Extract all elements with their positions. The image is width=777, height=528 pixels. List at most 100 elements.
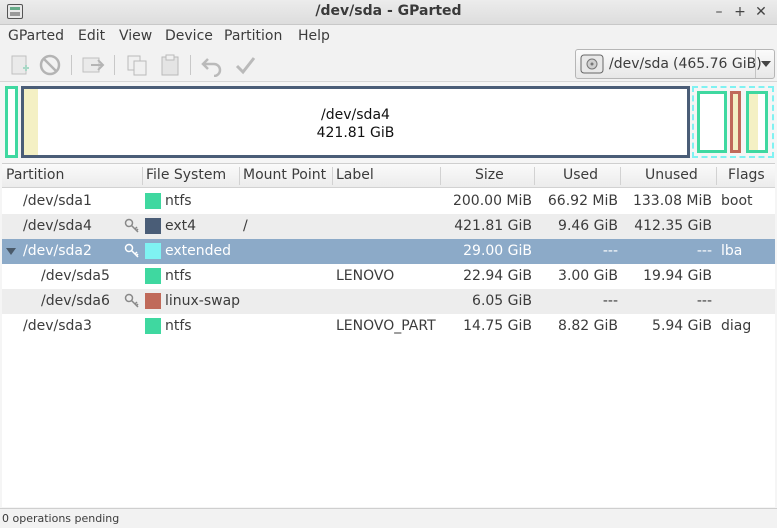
filesystem-cell: linux-swap [165,293,241,309]
partition-cell: /dev/sda1 [23,193,92,209]
chevron-down-icon[interactable] [755,50,775,78]
fs-color-swatch [145,218,161,234]
table-row[interactable]: /dev/sda4 ext4 / 421.81 GiB 9.46 GiB 412… [2,214,775,239]
column-label[interactable]: Label [336,167,374,183]
partition-cell: /dev/sda5 [41,268,110,284]
used-cell: 66.92 MiB [547,193,618,209]
delete-partition-icon[interactable] [38,53,62,77]
menu-gparted[interactable]: GParted [8,28,64,44]
menu-bar: GParted Edit View Device Partition Help [0,25,777,49]
filesystem-cell: ext4 [165,218,197,234]
unused-cell: 19.94 GiB [643,268,712,284]
expander-arrow-icon[interactable] [6,248,16,255]
toolbar-separator [71,55,72,75]
disk-segment-extended[interactable] [692,86,774,158]
column-partition[interactable]: Partition [6,167,64,183]
filesystem-cell: ntfs [165,193,192,209]
hard-disk-icon [580,53,604,75]
unused-cell: --- [696,243,712,259]
disk-segment-sda1[interactable] [5,86,18,158]
fs-color-swatch [145,318,161,334]
mount-cell: / [243,218,248,234]
label-cell: LENOVO_PART [336,318,436,334]
partition-cell: /dev/sda4 [23,218,92,234]
title-bar: /dev/sda - GParted – + ✕ [0,0,777,25]
partition-cell: /dev/sda3 [23,318,92,334]
apply-icon[interactable] [233,53,257,77]
fs-color-swatch [145,193,161,209]
flags-cell: diag [721,318,752,334]
used-cell: 3.00 GiB [558,268,618,284]
partition-table: Partition File System Mount Point Label … [2,163,775,507]
size-cell: 6.05 GiB [472,293,532,309]
size-cell: 14.75 GiB [463,318,532,334]
copy-icon[interactable] [125,53,149,77]
disk-segment-sda3[interactable] [746,91,768,153]
partition-cell: /dev/sda6 [41,293,110,309]
unused-cell: 5.94 GiB [652,318,712,334]
disk-graph: /dev/sda4 421.81 GiB [2,84,775,159]
menu-partition[interactable]: Partition [224,28,282,44]
disk-segment-sda5[interactable] [697,91,727,153]
flags-cell: lba [721,243,743,259]
fs-color-swatch [145,293,161,309]
operations-pending-status: 0 operations pending [2,512,120,525]
device-selector[interactable]: /dev/sda (465.76 GiB) [575,49,775,79]
toolbar-separator [190,55,191,75]
unused-cell: 412.35 GiB [634,218,712,234]
label-cell: LENOVO [336,268,395,284]
menu-edit[interactable]: Edit [78,28,105,44]
filesystem-cell: ntfs [165,268,192,284]
table-row[interactable]: /dev/sda3 ntfs LENOVO_PART 14.75 GiB 8.8… [2,314,775,339]
fs-color-swatch [145,243,161,259]
paste-icon[interactable] [158,53,182,77]
disk-segment-sda6[interactable] [730,91,741,153]
window-title: /dev/sda - GParted [315,3,462,19]
table-row[interactable]: /dev/sda6 linux-swap 6.05 GiB --- --- [2,289,775,314]
segment-label: /dev/sda4 [321,107,390,123]
table-row[interactable]: /dev/sda5 ntfs LENOVO 22.94 GiB 3.00 GiB… [2,264,775,289]
device-name: /dev/sda [609,56,669,72]
size-cell: 421.81 GiB [454,218,532,234]
flags-cell: boot [721,193,753,209]
undo-icon[interactable] [200,53,224,78]
column-size[interactable]: Size [475,167,504,183]
used-cell: 8.82 GiB [558,318,618,334]
size-cell: 22.94 GiB [463,268,532,284]
maximize-button[interactable]: + [731,2,749,22]
resize-move-icon[interactable] [81,53,105,77]
table-header: Partition File System Mount Point Label … [2,164,775,188]
menu-help[interactable]: Help [298,28,330,44]
used-cell: --- [602,243,618,259]
size-cell: 200.00 MiB [452,193,532,209]
close-button[interactable]: ✕ [752,2,770,22]
menu-device[interactable]: Device [165,28,213,44]
new-partition-icon[interactable] [8,53,32,77]
column-unused[interactable]: Unused [645,167,698,183]
partition-cell: /dev/sda2 [23,243,92,259]
fs-color-swatch [145,268,161,284]
device-size: (465.76 GiB) [673,56,762,72]
key-icon [124,218,140,234]
status-bar: 0 operations pending [0,508,777,528]
minimize-button[interactable]: – [710,2,728,22]
column-file-system[interactable]: File System [146,167,226,183]
column-mount-point[interactable]: Mount Point [243,167,326,183]
column-flags[interactable]: Flags [728,167,765,183]
table-row[interactable]: /dev/sda2 extended 29.00 GiB --- --- lba [2,239,775,264]
menu-view[interactable]: View [119,28,152,44]
disk-segment-sda4[interactable]: /dev/sda4 421.81 GiB [21,86,690,158]
used-cell: --- [602,293,618,309]
table-row[interactable]: /dev/sda1 ntfs 200.00 MiB 66.92 MiB 133.… [2,189,775,214]
toolbar: /dev/sda (465.76 GiB) [0,49,777,82]
column-used[interactable]: Used [563,167,598,183]
used-cell: 9.46 GiB [558,218,618,234]
segment-size: 421.81 GiB [316,125,395,141]
filesystem-cell: extended [165,243,232,259]
filesystem-cell: ntfs [165,318,192,334]
key-icon [124,293,140,309]
unused-cell: 133.08 MiB [632,193,712,209]
unused-cell: --- [696,293,712,309]
size-cell: 29.00 GiB [463,243,532,259]
toolbar-separator [114,55,115,75]
